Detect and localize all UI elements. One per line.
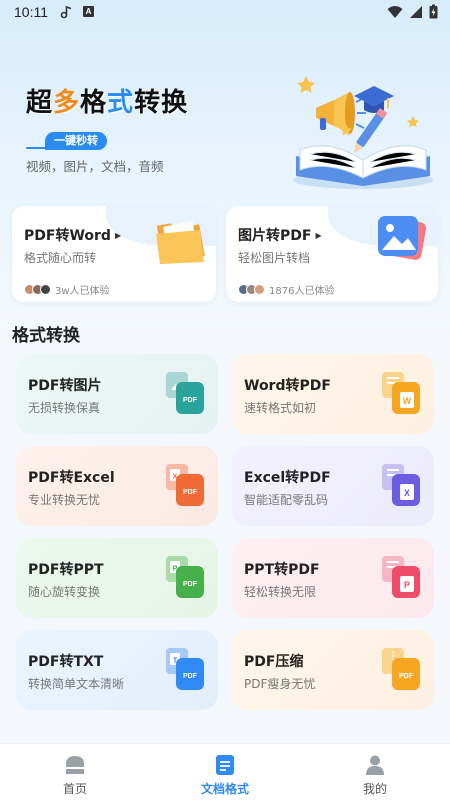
notification-a-icon: A	[83, 6, 94, 17]
wifi-icon	[387, 5, 403, 18]
card-title: PDF压缩	[244, 654, 304, 670]
hero-subtitle: 视频，图片，文档，音频	[26, 159, 164, 174]
word-to-pdf-icon: W	[382, 372, 420, 414]
pdf-compress-icon: PDF	[382, 648, 420, 690]
home-icon	[66, 756, 84, 774]
pdf-to-ppt-icon: P PDF	[166, 556, 204, 598]
card-pdf-to-image[interactable]: PDF转图片 无损转换保真 PDF	[16, 354, 218, 434]
section-title: 格式转换	[12, 326, 80, 346]
avatar	[40, 284, 51, 295]
hero-tag: 一键秒转	[45, 132, 107, 150]
bottom-nav: 首页 文档格式 我的	[0, 743, 450, 801]
document-icon	[216, 755, 234, 775]
card-title: Word转PDF	[244, 378, 331, 394]
nav-item-profile[interactable]: 我的	[300, 744, 450, 801]
nav-label: 文档格式	[200, 782, 249, 796]
card-subtitle: 专业转换无忧	[28, 493, 101, 507]
nav-item-home[interactable]: 首页	[0, 744, 150, 801]
profile-icon	[366, 755, 384, 775]
svg-text:PDF: PDF	[183, 581, 198, 588]
svg-text:PDF: PDF	[399, 673, 414, 680]
feature-subtitle: 格式随心而转	[24, 251, 97, 265]
nav-item-document-formats[interactable]: 文档格式	[150, 744, 300, 801]
svg-text:PDF: PDF	[183, 673, 198, 680]
feature-title: PDF转Word ▶	[24, 228, 122, 244]
status-bar: 10:11 A	[0, 0, 450, 24]
arrow-right-icon: ▶	[315, 230, 322, 240]
book-illustration	[293, 76, 433, 189]
ppt-to-pdf-icon: P	[382, 556, 420, 598]
excel-to-pdf-icon: X	[382, 464, 420, 506]
card-pdf-compress[interactable]: PDF压缩 PDF瘦身无忧 PDF	[232, 630, 434, 710]
svg-text:W: W	[403, 396, 412, 406]
feature-card-pdf-to-word[interactable]: PDF转Word ▶ 格式随心而转 3w人已体验	[12, 206, 216, 302]
user-count: 3w人已体验	[24, 282, 110, 297]
card-subtitle: PDF瘦身无忧	[244, 677, 316, 691]
svg-text:PDF: PDF	[183, 489, 198, 496]
card-subtitle: 随心旋转变换	[28, 585, 101, 599]
pdf-to-txt-icon: T PDF	[166, 648, 204, 690]
card-word-to-pdf[interactable]: Word转PDF 速转格式如初 W	[232, 354, 434, 434]
card-pdf-to-excel[interactable]: PDF转Excel 专业转换无忧 X PDF	[16, 446, 218, 526]
feature-subtitle: 轻松图片转档	[238, 251, 311, 265]
card-subtitle: 无损转换保真	[28, 401, 101, 415]
pdf-to-excel-icon: X PDF	[166, 464, 204, 506]
arrow-right-icon: ▶	[114, 230, 122, 240]
nav-label: 我的	[362, 782, 387, 796]
nav-label: 首页	[62, 782, 87, 796]
card-pdf-to-txt[interactable]: PDF转TXT 转换简单文本清晰 T PDF	[16, 630, 218, 710]
status-time: 10:11	[14, 4, 48, 20]
card-title: PPT转PDF	[244, 562, 320, 578]
hero-title: 超多格式转换	[26, 88, 189, 118]
feature-title: 图片转PDF ▶	[238, 228, 322, 244]
card-title: Excel转PDF	[244, 470, 331, 486]
battery-icon	[429, 4, 438, 19]
image-icon	[378, 216, 427, 260]
folder-icon	[156, 221, 205, 264]
card-subtitle: 智能适配零乱码	[244, 493, 329, 507]
card-title: PDF转PPT	[28, 562, 104, 578]
signal-icon	[410, 5, 422, 18]
card-excel-to-pdf[interactable]: Excel转PDF 智能适配零乱码 X	[232, 446, 434, 526]
card-ppt-to-pdf[interactable]: PPT转PDF 轻松转换无限 P	[232, 538, 434, 618]
avatar	[254, 284, 265, 295]
card-subtitle: 轻松转换无限	[244, 585, 317, 599]
card-title: PDF转TXT	[28, 654, 104, 670]
user-count: 1876人已体验	[238, 282, 334, 297]
svg-text:PDF: PDF	[183, 397, 198, 404]
card-title: PDF转Excel	[28, 470, 115, 486]
card-pdf-to-ppt[interactable]: PDF转PPT 随心旋转变换 P PDF	[16, 538, 218, 618]
feature-card-image-to-pdf[interactable]: 图片转PDF ▶ 轻松图片转档 1876人已体验	[226, 206, 438, 302]
card-title: PDF转图片	[28, 378, 102, 394]
pdf-to-image-icon: PDF	[166, 372, 204, 414]
svg-text:P: P	[404, 580, 410, 590]
card-subtitle: 转换简单文本清晰	[28, 677, 125, 691]
svg-text:X: X	[404, 488, 410, 498]
card-subtitle: 速转格式如初	[244, 401, 317, 415]
music-note-icon	[60, 5, 72, 19]
